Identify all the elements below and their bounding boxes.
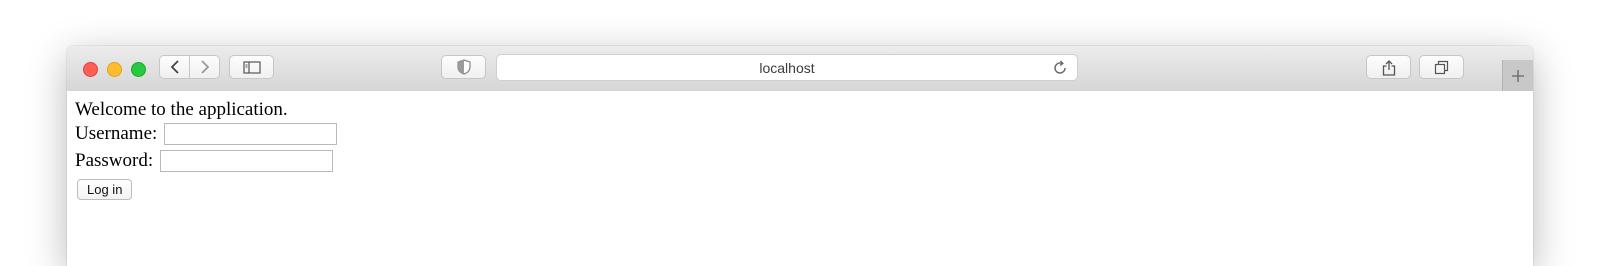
username-input[interactable]: [164, 123, 337, 145]
chevron-left-icon: [170, 60, 179, 74]
login-button[interactable]: Log in: [77, 179, 133, 200]
password-input[interactable]: [160, 150, 333, 172]
share-icon: [1382, 59, 1395, 76]
page-content: Welcome to the application. Username: Pa…: [67, 91, 1533, 266]
tab-overview-button[interactable]: [1419, 55, 1464, 79]
navigation-buttons: [159, 55, 220, 79]
reload-icon[interactable]: [1051, 59, 1069, 77]
back-button[interactable]: [160, 56, 189, 78]
share-button[interactable]: [1366, 55, 1411, 79]
close-window-button[interactable]: [83, 62, 98, 77]
address-text: localhost: [759, 59, 815, 76]
password-label: Password:: [75, 150, 154, 171]
new-tab-button[interactable]: [1502, 60, 1533, 91]
browser-window: localhost Welcome to the application. Us…: [67, 46, 1533, 266]
privacy-report-button[interactable]: [441, 55, 486, 79]
maximize-window-button[interactable]: [131, 62, 146, 77]
welcome-message: Welcome to the application.: [75, 99, 288, 120]
browser-toolbar: localhost: [67, 46, 1533, 92]
sidebar-icon: [242, 60, 261, 74]
forward-button[interactable]: [189, 56, 219, 78]
username-label: Username:: [75, 123, 158, 144]
shield-icon: [456, 59, 471, 75]
plus-icon: [1512, 69, 1524, 82]
tab-overview-icon: [1434, 60, 1449, 74]
address-bar[interactable]: localhost: [496, 54, 1078, 81]
sidebar-button[interactable]: [229, 55, 274, 79]
chevron-right-icon: [200, 60, 209, 74]
minimize-window-button[interactable]: [107, 62, 122, 77]
